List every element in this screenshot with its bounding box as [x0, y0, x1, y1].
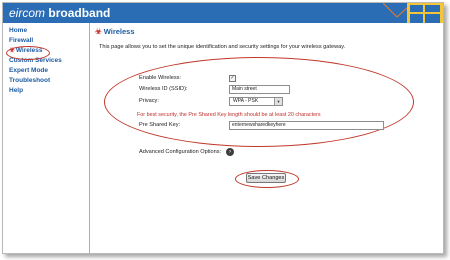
- sidebar-item-home[interactable]: Home: [9, 26, 89, 36]
- advanced-options-label: Advanced Configuration Options:: [139, 149, 222, 155]
- sidebar-nav: Home Firewall ☣Wireless Custom Services …: [3, 23, 90, 253]
- page-title-text: Wireless: [103, 27, 135, 36]
- header-bar: eircom broadband: [3, 3, 443, 23]
- sidebar-item-troubleshoot[interactable]: Troubleshoot: [9, 76, 89, 86]
- advanced-options-arrow-icon[interactable]: ›: [226, 148, 234, 156]
- wireless-highlight-ring: [6, 46, 50, 60]
- save-changes-button[interactable]: Save Changes: [246, 173, 286, 183]
- privacy-selected-value: WPA - PSK: [233, 98, 259, 104]
- ssid-label: Wireless ID (SSID):: [139, 86, 188, 92]
- dropdown-arrow-icon: ▼: [274, 98, 282, 105]
- wireless-icon: ☣: [95, 27, 102, 36]
- brand-logo: eircom broadband: [9, 5, 110, 21]
- checkmark-icon: ✓: [230, 75, 235, 81]
- house-window-graphic: [383, 3, 443, 23]
- psk-label: Pre Shared Key:: [139, 122, 181, 128]
- main-content: ☣ Wireless This page allows you to set th…: [90, 23, 443, 253]
- brand-name-part1: eircom: [9, 6, 46, 20]
- sidebar-item-firewall[interactable]: Firewall: [9, 36, 89, 46]
- privacy-select[interactable]: WPA - PSK ▼: [229, 97, 283, 106]
- enable-wireless-label: Enable Wireless:: [139, 75, 181, 81]
- psk-length-warning: For best security, the Pre Shared Key le…: [137, 112, 321, 118]
- router-admin-window: eircom broadband Home Firewall ☣Wireless…: [2, 2, 444, 254]
- psk-input[interactable]: enternewsharedkeyhere: [229, 121, 384, 130]
- ssid-input[interactable]: Main street: [229, 85, 290, 94]
- privacy-label: Privacy:: [139, 98, 159, 104]
- page-title: ☣ Wireless: [95, 27, 135, 36]
- sidebar-item-expert-mode[interactable]: Expert Mode: [9, 66, 89, 76]
- enable-wireless-checkbox[interactable]: ✓: [229, 75, 236, 82]
- sidebar-item-help[interactable]: Help: [9, 86, 89, 96]
- brand-name-part2: broadband: [48, 6, 111, 20]
- page-description: This page allows you to set the unique i…: [99, 44, 346, 50]
